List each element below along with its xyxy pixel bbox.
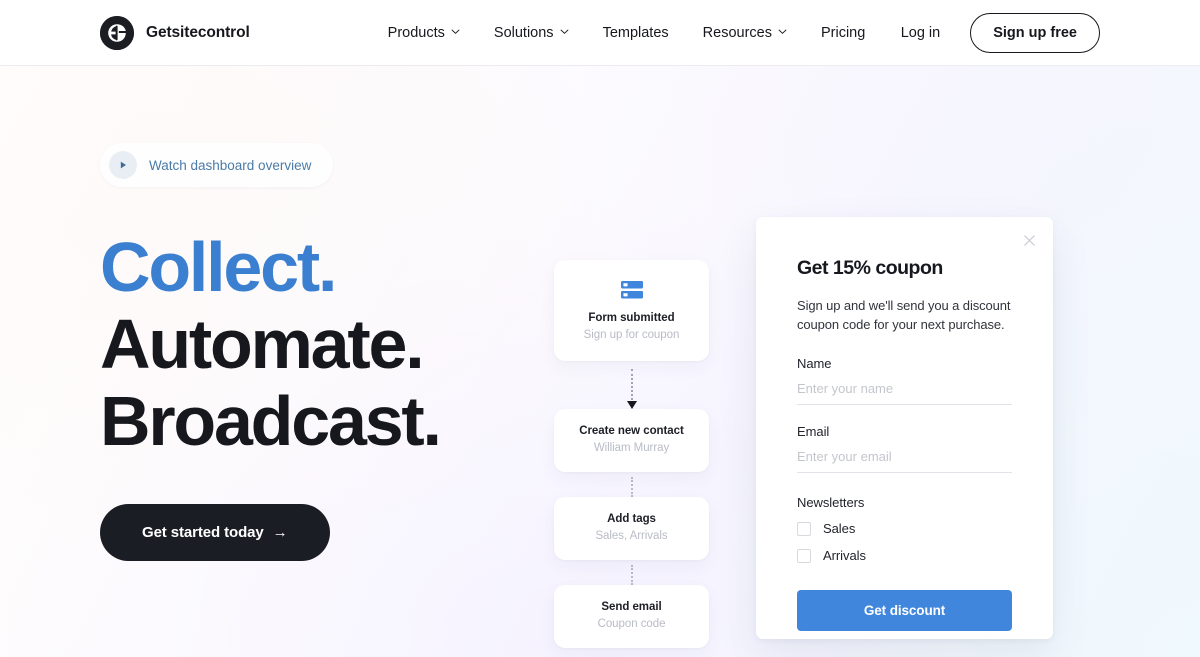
get-discount-button[interactable]: Get discount	[797, 590, 1012, 631]
flow-card-create-new-contact[interactable]: Create new contact William Murray	[554, 409, 709, 472]
email-field-label: Email	[797, 424, 830, 439]
dotted-line	[630, 369, 633, 400]
flow-connector-arrow	[626, 361, 638, 409]
nav-item-label: Pricing	[820, 24, 866, 41]
brand-name: Getsitecontrol	[146, 23, 250, 41]
cta-label: Get started today	[142, 524, 264, 541]
nav-item-label: Products	[387, 24, 445, 41]
nav-item-solutions[interactable]: Solutions	[494, 25, 569, 41]
headline-line-2: Automate.	[100, 305, 425, 383]
nav-item-label: Resources	[702, 24, 772, 41]
flow-card-title: Add tags	[607, 513, 656, 525]
login-link[interactable]: Log in	[901, 25, 941, 41]
email-field-group: Email	[797, 424, 1012, 473]
getsitecontrol-logo-icon	[100, 15, 134, 50]
nav-item-label: Solutions	[493, 24, 554, 41]
sales-checkbox-label: Sales	[823, 521, 856, 536]
coupon-popup-widget: Get 15% coupon Sign up and we'll send yo…	[756, 217, 1053, 639]
automation-flow: Form submitted Sign up for coupon Create…	[554, 260, 709, 648]
flow-card-subtitle: Coupon code	[597, 618, 666, 630]
flow-card-title: Send email	[601, 601, 662, 613]
arrivals-checkbox-label: Arrivals	[823, 548, 866, 563]
hero-left-column: Watch dashboard overview Collect. Automa…	[100, 143, 520, 561]
nav-item-products[interactable]: Products	[388, 25, 460, 41]
popup-description: Sign up and we'll send you a discount co…	[797, 298, 1011, 332]
site-header: Getsitecontrol Products Solutions Templa…	[0, 0, 1200, 66]
nav-item-templates[interactable]: Templates	[603, 25, 669, 41]
primary-nav: Products Solutions Templates Resources P…	[388, 25, 866, 41]
sales-checkbox[interactable]	[797, 521, 811, 536]
nav-item-pricing[interactable]: Pricing	[821, 25, 865, 41]
header-actions: Log in Sign up free	[901, 12, 1100, 53]
email-input[interactable]	[797, 449, 1012, 473]
watch-badge-label: Watch dashboard overview	[149, 157, 312, 173]
nav-item-resources[interactable]: Resources	[703, 25, 787, 41]
flow-card-title: Create new contact	[579, 425, 684, 437]
get-started-today-button[interactable]: Get started today →	[100, 504, 330, 561]
hero-section: Watch dashboard overview Collect. Automa…	[0, 66, 1200, 657]
headline-line-3: Broadcast.	[100, 382, 442, 460]
signup-free-button[interactable]: Sign up free	[970, 12, 1100, 53]
headline-line-1: Collect.	[100, 228, 337, 306]
arrow-down-icon	[626, 401, 637, 409]
popup-title: Get 15% coupon	[797, 257, 943, 279]
flow-connector	[626, 472, 638, 497]
arrow-right-icon: →	[272, 524, 288, 541]
flow-card-subtitle: Sign up for coupon	[583, 329, 680, 341]
landing-page: Getsitecontrol Products Solutions Templa…	[0, 0, 1200, 657]
checkbox-row-sales[interactable]: Sales	[797, 521, 1012, 536]
flow-connector	[626, 560, 638, 585]
nav-item-label: Templates	[602, 24, 669, 41]
dotted-line	[630, 565, 633, 585]
name-input[interactable]	[797, 381, 1012, 405]
flow-card-subtitle: Sales, Arrivals	[595, 530, 668, 542]
newsletters-label: Newsletters	[797, 495, 865, 510]
checkbox-row-arrivals[interactable]: Arrivals	[797, 548, 1012, 563]
chevron-down-icon	[451, 27, 460, 36]
name-field-group: Name	[797, 356, 1012, 405]
form-rows-icon	[620, 280, 643, 300]
flow-card-subtitle: William Murray	[593, 442, 670, 454]
brand-logo-link[interactable]: Getsitecontrol	[100, 15, 250, 50]
flow-card-title: Form submitted	[588, 312, 675, 324]
flow-card-form-submitted[interactable]: Form submitted Sign up for coupon	[554, 260, 709, 361]
chevron-down-icon	[778, 27, 787, 36]
name-field-label: Name	[797, 356, 832, 371]
page-title: Collect. Automate. Broadcast.	[100, 229, 520, 460]
flow-card-send-email[interactable]: Send email Coupon code	[554, 585, 709, 648]
play-icon	[109, 151, 137, 179]
close-icon[interactable]	[1018, 229, 1040, 251]
arrivals-checkbox[interactable]	[797, 548, 811, 563]
dotted-line	[630, 477, 633, 497]
watch-dashboard-overview-button[interactable]: Watch dashboard overview	[100, 143, 334, 187]
chevron-down-icon	[560, 27, 569, 36]
flow-card-add-tags[interactable]: Add tags Sales, Arrivals	[554, 497, 709, 560]
